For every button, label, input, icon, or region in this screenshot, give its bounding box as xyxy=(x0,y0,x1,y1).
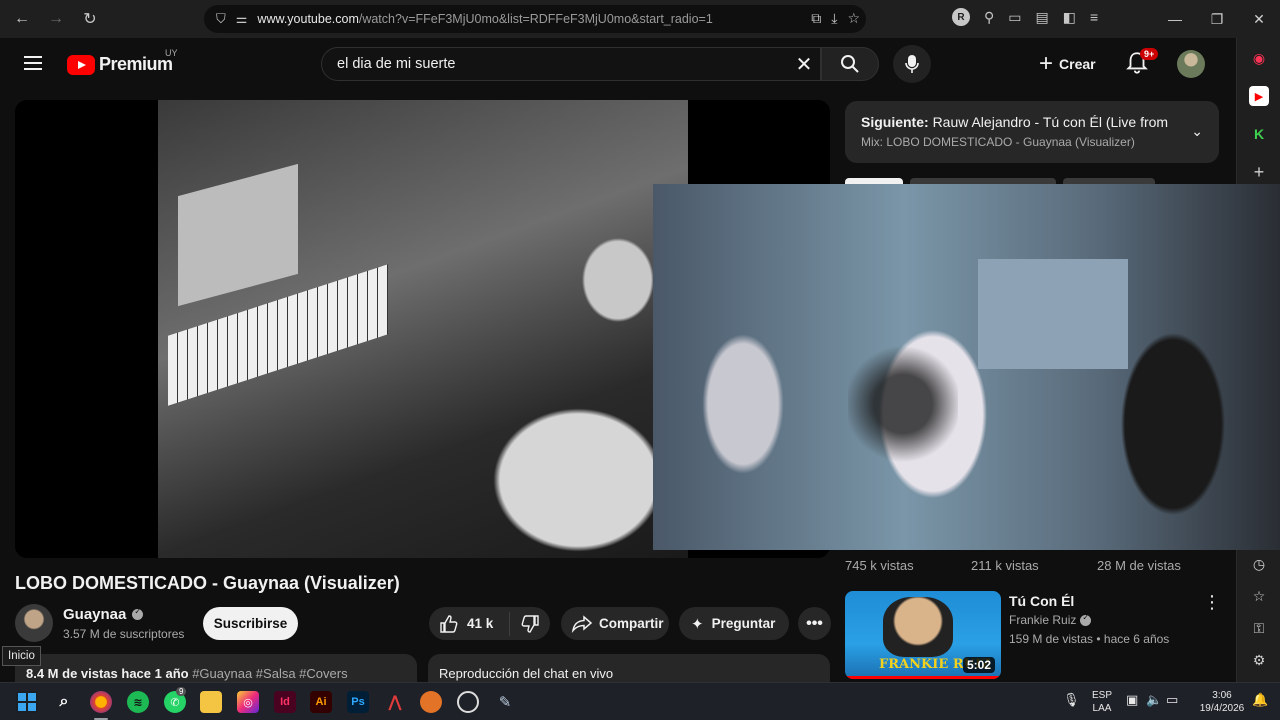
youtube-play-icon xyxy=(67,54,95,75)
subscriber-count: 3.57 M de suscriptores xyxy=(63,627,185,641)
share-icon xyxy=(571,614,593,633)
clock[interactable]: 3:06 19/4/2026 xyxy=(1196,689,1248,715)
whatsapp-badge: 9 xyxy=(176,687,187,696)
share-button[interactable]: Compartir xyxy=(561,607,669,640)
recommended-meta: 159 M de vistas • hace 6 años xyxy=(1009,632,1170,646)
browser-menu-icon[interactable]: ≡ xyxy=(1090,9,1098,25)
firefox-icon[interactable] xyxy=(90,691,112,713)
thumbs-up-icon xyxy=(440,614,458,633)
recommended-title[interactable]: Tú Con Él xyxy=(1009,593,1074,609)
browser-toolbar: ← → ↻ ⛉ ⚌ www.youtube.com/watch?v=FFeF3M… xyxy=(0,0,1280,38)
sidebar-toggle-icon[interactable]: ◧ xyxy=(1063,9,1076,26)
download-icon[interactable]: ⤓ xyxy=(831,10,837,27)
spotify-icon[interactable]: ≋ xyxy=(127,691,149,713)
chevron-down-icon[interactable]: ⌄ xyxy=(1191,123,1203,140)
view-count: 211 k vistas xyxy=(971,558,1039,573)
battery-icon[interactable]: ▭ xyxy=(1166,693,1178,706)
notifications-icon[interactable]: 🔔 xyxy=(1252,693,1268,706)
ask-button[interactable]: ✦ Preguntar xyxy=(679,607,789,640)
bookmark-star-icon[interactable]: ☆ xyxy=(847,10,860,27)
watched-progress xyxy=(845,676,1001,679)
account-avatar[interactable] xyxy=(1177,50,1205,78)
illustrator-icon[interactable]: Ai xyxy=(310,691,332,713)
app-icon[interactable] xyxy=(457,691,479,713)
windows-start-icon[interactable] xyxy=(16,691,38,713)
youtube-premium-logo[interactable]: Premium UY xyxy=(67,48,178,75)
language-indicator[interactable]: ESP LAA xyxy=(1092,689,1112,715)
extension-r-icon[interactable]: R xyxy=(952,8,970,26)
mic-tray-icon[interactable]: 🎙 xyxy=(1063,693,1080,706)
channel-avatar[interactable] xyxy=(15,604,53,642)
search-icon xyxy=(841,55,859,73)
minimize-icon[interactable]: — xyxy=(1154,0,1196,38)
extensions-icon[interactable]: ⚲ xyxy=(984,9,994,26)
picture-in-picture-window[interactable] xyxy=(653,184,1280,550)
dislike-button[interactable] xyxy=(510,614,550,634)
verified-icon xyxy=(132,607,144,620)
youtube-header: Premium UY el dia de mi suerte ✕ + Crear… xyxy=(0,38,1236,90)
address-bar[interactable]: ⛉ ⚌ www.youtube.com/watch?v=FFeF3MjU0mo&… xyxy=(204,5,866,33)
video-title: LOBO DOMESTICADO - Guaynaa (Visualizer) xyxy=(15,573,400,593)
url-text: www.youtube.com/watch?v=FFeF3MjU0mo&list… xyxy=(257,12,713,26)
subscribe-button[interactable]: Suscribirse xyxy=(203,607,298,640)
search-icon[interactable]: ⌕ xyxy=(53,691,75,713)
file-explorer-icon[interactable] xyxy=(200,691,222,713)
instagram-icon[interactable]: ◎ xyxy=(237,691,259,713)
search-input[interactable]: el dia de mi suerte xyxy=(321,47,821,81)
photoshop-icon[interactable]: Ps xyxy=(347,691,369,713)
browser-shield-icon[interactable] xyxy=(420,691,442,713)
recommended-channel[interactable]: Frankie Ruiz xyxy=(1009,613,1092,627)
menu-icon[interactable] xyxy=(24,56,42,70)
thumbs-down-icon xyxy=(521,614,539,633)
voice-search-button[interactable] xyxy=(893,45,931,83)
kick-icon[interactable]: K xyxy=(1249,124,1269,144)
plus-icon: + xyxy=(1039,50,1054,77)
notification-badge: 9+ xyxy=(1140,48,1159,60)
indesign-icon[interactable]: Id xyxy=(274,691,296,713)
live-chat-replay[interactable]: Reproducción del chat en vivo xyxy=(428,654,830,682)
more-vert-icon[interactable]: ⋮ xyxy=(1203,593,1221,611)
search-button[interactable] xyxy=(821,47,879,81)
view-count: 28 M de vistas xyxy=(1097,558,1181,573)
create-button[interactable]: + Crear xyxy=(1033,48,1108,80)
shield-icon[interactable]: ⛉ xyxy=(216,11,226,27)
add-panel-icon[interactable]: + xyxy=(1249,162,1269,182)
back-icon[interactable]: ← xyxy=(10,7,34,31)
restore-icon[interactable]: ❐ xyxy=(1196,0,1238,38)
forward-icon[interactable]: → xyxy=(44,7,68,31)
history-icon[interactable]: ◷ xyxy=(1249,554,1269,574)
channel-name[interactable]: Guaynaa xyxy=(63,606,144,623)
more-horiz-icon: ••• xyxy=(806,614,823,632)
tab-manager-icon[interactable]: ▭ xyxy=(1008,9,1021,26)
sparkle-icon: ✦ xyxy=(691,615,704,633)
recommended-thumbnail[interactable]: FRANKIE RUIZ 5:02 xyxy=(845,591,1001,679)
more-actions-button[interactable]: ••• xyxy=(798,607,831,640)
acrobat-icon[interactable]: ⋀ xyxy=(384,691,406,713)
youtube-sidebar-icon[interactable]: ▶ xyxy=(1249,86,1269,106)
volume-icon[interactable]: 🔈 xyxy=(1146,693,1162,706)
notes-icon[interactable]: ✎ xyxy=(494,691,516,713)
verified-icon xyxy=(1080,613,1092,626)
reader-icon[interactable]: ▤ xyxy=(1036,9,1049,26)
description-box[interactable]: 8.4 M de vistas hace 1 año #Guaynaa #Sal… xyxy=(15,654,417,682)
like-dislike-group: 41 k xyxy=(429,607,550,640)
tooltip: Inicio xyxy=(2,646,41,666)
favorites-icon[interactable]: ☆ xyxy=(1249,586,1269,606)
site-settings-icon[interactable]: ⚌ xyxy=(236,11,248,27)
like-button[interactable]: 41 k xyxy=(429,611,510,636)
view-count: 745 k vistas xyxy=(845,558,914,573)
taskbar: ⌕ ≋ ✆ 9 ◎ Id Ai Ps ⋀ ✎ 🎙 ESP LAA ▣ 🔈 ▭ 3:… xyxy=(0,682,1280,720)
up-next-panel[interactable]: Siguiente: Rauw Alejandro - Tú con Él (L… xyxy=(845,101,1219,163)
mic-icon xyxy=(905,55,919,73)
video-frame xyxy=(158,100,688,558)
music-icon[interactable]: ◉ xyxy=(1249,48,1269,68)
close-window-icon[interactable]: ✕ xyxy=(1238,0,1280,38)
pip-icon[interactable]: ⧉ xyxy=(811,10,821,27)
duration-badge: 5:02 xyxy=(962,657,995,673)
clear-search-icon[interactable]: ✕ xyxy=(792,52,816,76)
reload-icon[interactable]: ↻ xyxy=(78,7,102,31)
settings-icon[interactable]: ⚙ xyxy=(1249,650,1269,670)
network-icon[interactable]: ▣ xyxy=(1126,693,1138,706)
key-icon[interactable]: ⚿ xyxy=(1249,618,1269,638)
